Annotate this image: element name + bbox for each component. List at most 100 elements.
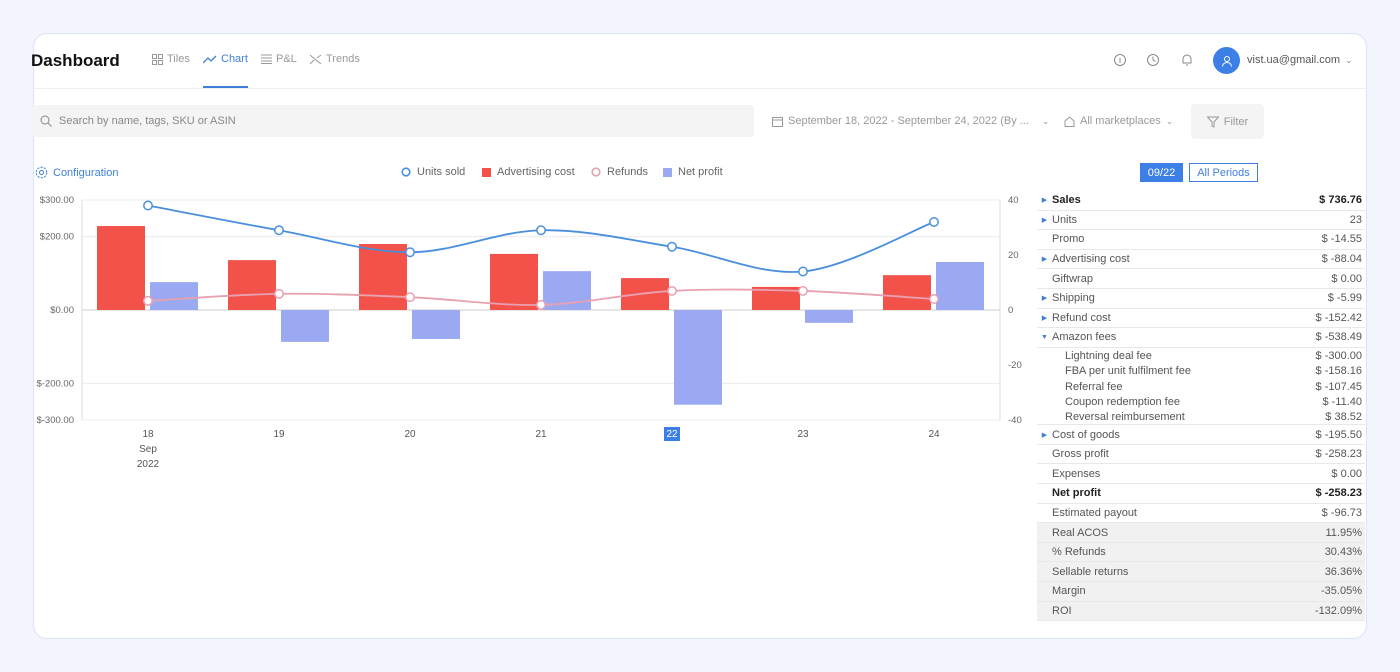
summary-value: $ -300.00: [1315, 349, 1362, 362]
summary-row: Sellable returns 36.36%: [1037, 562, 1365, 582]
caret-down-icon: ▼: [1041, 333, 1048, 341]
left-axis-tick: $300.00: [40, 195, 74, 206]
summary-value: $ -14.55: [1321, 233, 1362, 246]
summary-row: Gross profit $ -258.23: [1037, 445, 1365, 465]
filter-button[interactable]: Filter: [1191, 104, 1264, 139]
summary-label: Promo: [1052, 233, 1085, 246]
left-axis-tick: $-300.00: [36, 415, 74, 426]
combo-chart: $300.00 $200.00 $0.00 $-200.00 $-300.00 40 20 0…: [36, 195, 1022, 470]
summary-label: Gross profit: [1052, 448, 1109, 461]
summary-value: $ -5.99: [1327, 292, 1362, 305]
right-axis-tick: 20: [1008, 250, 1019, 261]
summary-row: Expenses $ 0.00: [1037, 464, 1365, 485]
right-axis-tick: -40: [1008, 415, 1022, 426]
summary-value: $ -158.16: [1315, 365, 1362, 377]
period-current-button[interactable]: 09/22: [1140, 163, 1183, 182]
summary-value: $ 0.00: [1331, 467, 1362, 480]
chevron-down-icon: ⌄: [1041, 115, 1050, 126]
x-axis-tick: 23: [797, 429, 809, 440]
advertising-cost-bar: [490, 253, 538, 310]
right-axis-tick: 0: [1008, 305, 1013, 316]
summary-row: Real ACOS 11.95%: [1037, 523, 1365, 543]
summary-label: Units: [1052, 213, 1078, 226]
summary-row: Referral fee $ -107.45: [1037, 379, 1365, 395]
x-axis-tick: 24: [928, 429, 940, 440]
summary-label: Lightning deal fee: [1065, 349, 1152, 362]
units-sold-point: [798, 266, 808, 277]
summary-value: $ -107.45: [1315, 380, 1362, 393]
summary-label: ROI: [1052, 604, 1072, 617]
clock-icon[interactable]: [1146, 53, 1160, 67]
caret-right-icon: ▶: [1041, 314, 1048, 322]
refunds-point: [667, 285, 677, 296]
summary-value: $ -152.42: [1315, 311, 1362, 324]
user-icon: [1221, 55, 1232, 67]
refunds-point: [274, 288, 284, 299]
refunds-point: [536, 299, 546, 310]
units-sold-point: [405, 247, 415, 258]
period-all-button[interactable]: All Periods: [1189, 163, 1258, 182]
x-axis-tick: 20: [404, 429, 416, 440]
summary-label: Real ACOS: [1052, 526, 1109, 539]
bell-icon[interactable]: [1180, 53, 1194, 67]
units-sold-point: [536, 225, 546, 236]
units-sold-point: [929, 217, 939, 227]
filter-icon: [1206, 116, 1219, 128]
summary-row[interactable]: ▶ Cost of goods $ -195.50: [1037, 425, 1365, 445]
net-profit-bar: [936, 261, 984, 310]
summary-row[interactable]: ▶ Refund cost $ -152.42: [1037, 309, 1365, 329]
summary-label: Expenses: [1052, 467, 1101, 480]
summary-value: $ 736.76: [1319, 194, 1362, 207]
summary-value: $ -258.23: [1315, 487, 1362, 500]
summary-label: Estimated payout: [1052, 506, 1137, 519]
summary-table: ▶ Sales $ 736.76 ▶ Units 23 Promo $ -14.55 ▶ Adve…: [1037, 191, 1365, 622]
user-email: vist.ua@gmail.com: [1247, 54, 1341, 66]
refunds-point: [143, 295, 153, 306]
caret-right-icon: ▶: [1041, 256, 1048, 264]
left-axis-tick: $0.00: [50, 305, 74, 316]
summary-row[interactable]: ▼ Amazon fees $ -538.49: [1037, 328, 1365, 348]
summary-label: Amazon fees: [1052, 331, 1117, 344]
x-axis-tick: 18: [142, 429, 154, 440]
chevron-down-icon: ⌄: [1165, 115, 1174, 126]
summary-row[interactable]: ▶ Sales $ 736.76: [1037, 191, 1365, 211]
marketplace-value: All marketplaces: [1080, 115, 1161, 127]
caret-right-icon: ▶: [1041, 197, 1048, 205]
summary-value: $ -11.40: [1322, 396, 1362, 408]
summary-label: Referral fee: [1065, 380, 1123, 393]
refunds-point: [929, 294, 939, 304]
summary-label: Margin: [1052, 585, 1086, 598]
summary-label: Shipping: [1052, 292, 1095, 305]
net-profit-bar: [150, 282, 198, 310]
avatar[interactable]: [1213, 47, 1240, 74]
summary-value: 11.95%: [1325, 526, 1363, 539]
left-axis-tick: $-200.00: [36, 378, 74, 389]
summary-row: Reversal reimbursement $ 38.52: [1037, 410, 1365, 426]
store-icon: [1064, 115, 1075, 127]
right-axis-tick: 40: [1008, 195, 1019, 206]
x-axis-tick: 19: [273, 429, 285, 440]
summary-value: -35.05%: [1321, 585, 1362, 598]
net-profit-bar: [674, 310, 722, 405]
info-icon[interactable]: [1113, 53, 1127, 67]
summary-row[interactable]: ▶ Units 23: [1037, 211, 1365, 231]
summary-label: % Refunds: [1052, 546, 1106, 559]
marketplace-select[interactable]: All marketplaces ⌄: [1064, 115, 1173, 127]
units-sold-point: [143, 200, 153, 211]
summary-label: Net profit: [1052, 487, 1101, 500]
summary-value: $ -88.04: [1321, 253, 1362, 266]
filter-label: Filter: [1223, 115, 1249, 128]
summary-row: Estimated payout $ -96.73: [1037, 504, 1365, 524]
summary-label: Reversal reimbursement: [1065, 411, 1185, 423]
summary-label: Sellable returns: [1052, 565, 1129, 578]
net-profit-bar: [805, 310, 853, 323]
x-axis-month: Sep: [139, 444, 157, 455]
summary-label: FBA per unit fulfilment fee: [1065, 365, 1191, 377]
summary-row[interactable]: ▶ Advertising cost $ -88.04: [1037, 250, 1365, 270]
left-axis-tick: $200.00: [40, 232, 74, 243]
summary-row[interactable]: ▶ Shipping $ -5.99: [1037, 289, 1365, 309]
summary-label: Advertising cost: [1052, 253, 1130, 266]
user-menu[interactable]: vist.ua@gmail.com ⌄: [1247, 54, 1353, 66]
summary-label: Refund cost: [1052, 311, 1111, 324]
summary-value: $ -538.49: [1315, 331, 1362, 344]
